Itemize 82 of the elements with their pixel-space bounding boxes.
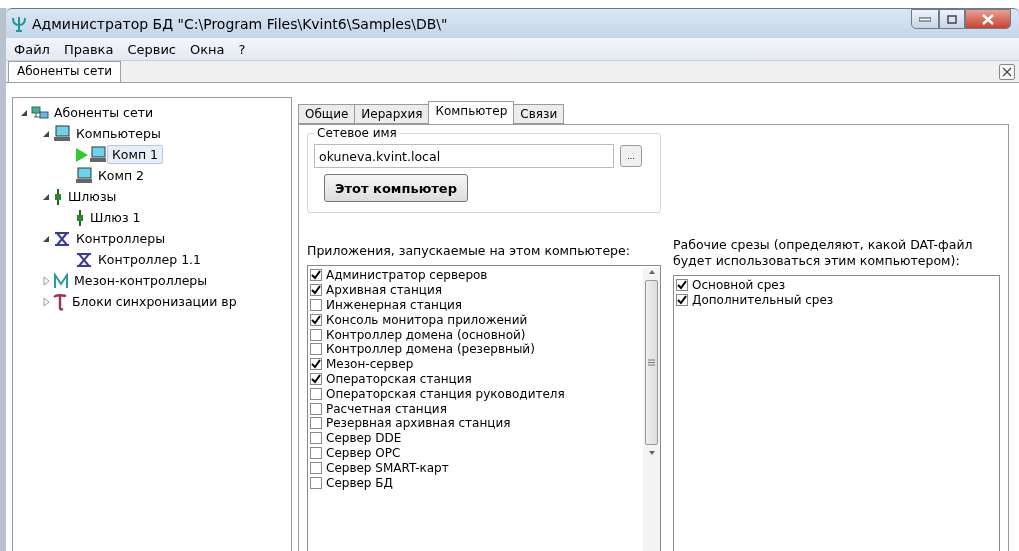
list-item[interactable]: Дополнительный срез xyxy=(676,292,999,308)
close-icon xyxy=(982,13,994,25)
network-icon xyxy=(31,104,49,121)
hourglass-icon xyxy=(53,230,71,247)
checkbox[interactable] xyxy=(310,372,322,385)
computer-icon xyxy=(53,125,71,142)
checkbox[interactable] xyxy=(310,446,322,459)
checkbox[interactable] xyxy=(310,343,322,356)
list-item[interactable]: Сервер DDE xyxy=(310,430,643,446)
psi-logo-icon xyxy=(12,15,26,32)
checkbox[interactable] xyxy=(310,402,322,415)
checkbox[interactable] xyxy=(676,279,688,292)
minimize-icon xyxy=(919,16,931,22)
checkbox[interactable] xyxy=(310,387,322,400)
menu-item[interactable]: Окна xyxy=(190,41,225,57)
menu-item[interactable]: Правка xyxy=(63,41,114,57)
tree-item[interactable]: Комп 1 xyxy=(107,145,164,164)
checkbox[interactable] xyxy=(310,284,322,297)
tab[interactable]: Связи xyxy=(513,104,565,124)
window-title: Администратор БД "C:\Program Files\Kvint6\Samples\DB\" xyxy=(32,15,448,32)
checkbox[interactable] xyxy=(310,417,322,430)
checkbox[interactable] xyxy=(310,299,322,311)
list-item[interactable]: Резервная архивная станция xyxy=(310,415,643,431)
tree-item[interactable]: Комп 2 xyxy=(93,166,150,185)
tree-item[interactable]: Контроллер 1.1 xyxy=(93,250,206,269)
list-item[interactable]: Операторская станция xyxy=(310,371,643,387)
list-item[interactable]: Операторская станция руководителя xyxy=(310,386,643,402)
this-computer-button[interactable]: Этот компьютер xyxy=(324,174,468,202)
scrollbar[interactable] xyxy=(643,268,660,551)
group-legend: Сетевое имя xyxy=(314,126,400,140)
list-item[interactable]: Расчетная станция xyxy=(310,401,643,416)
close-icon[interactable] xyxy=(999,63,1015,80)
checkbox[interactable] xyxy=(310,269,322,282)
tree-item[interactable]: Контроллеры xyxy=(71,229,171,248)
computer-icon xyxy=(75,167,93,184)
menu-item[interactable]: ? xyxy=(238,41,246,57)
list-item[interactable]: Контроллер домена (основной) xyxy=(310,327,643,342)
checkbox[interactable] xyxy=(310,358,322,371)
list-item[interactable]: Сервер БД xyxy=(310,475,643,490)
m-letter-icon xyxy=(53,272,69,289)
list-item[interactable]: Сервер SMART-карт xyxy=(310,460,643,476)
close-button[interactable] xyxy=(965,9,1011,29)
tree-item[interactable]: Мезон-контроллеры xyxy=(69,271,213,290)
maximize-button[interactable] xyxy=(939,9,965,29)
grip-icon xyxy=(648,359,655,366)
gateway-icon xyxy=(53,188,63,205)
scroll-down-icon[interactable] xyxy=(647,449,656,457)
list-item[interactable]: Контроллер домена (резервный) xyxy=(310,342,643,357)
checkbox[interactable] xyxy=(310,328,322,341)
tree-item[interactable]: Абоненты сети xyxy=(49,103,159,122)
tree-item[interactable]: Шлюз 1 xyxy=(85,208,146,227)
browse-button[interactable]: ... xyxy=(620,145,642,167)
list-item[interactable]: Сервер OPC xyxy=(310,445,643,461)
list-item[interactable]: Консоль монитора приложений xyxy=(310,312,643,328)
network-name-field[interactable]: okuneva.kvint.local xyxy=(314,144,614,168)
list-item[interactable]: Администратор серверов xyxy=(310,268,643,283)
list-item[interactable]: Основной срез xyxy=(676,278,999,293)
gateway-icon xyxy=(75,209,85,226)
minimize-button[interactable] xyxy=(911,9,939,29)
checkbox[interactable] xyxy=(676,294,688,307)
scroll-up-icon[interactable] xyxy=(647,268,656,276)
document-tab[interactable]: Абоненты сети xyxy=(8,61,122,82)
menu-item[interactable]: Файл xyxy=(14,41,50,57)
tree-item[interactable]: Блоки синхронизации вр xyxy=(67,292,242,311)
list-item[interactable]: Архивная станция xyxy=(310,282,643,298)
tab[interactable]: Иерархия xyxy=(354,104,430,124)
computer-icon xyxy=(89,146,107,163)
maximize-icon xyxy=(947,14,957,24)
checkbox[interactable] xyxy=(310,461,322,474)
menu-item[interactable]: Сервис xyxy=(127,41,176,57)
checkbox[interactable] xyxy=(310,313,322,326)
tree-item[interactable]: Компьютеры xyxy=(71,124,166,143)
checkbox[interactable] xyxy=(310,432,322,445)
list-item[interactable]: Инженерная станция xyxy=(310,297,643,313)
tree-item[interactable]: Шлюзы xyxy=(63,187,122,206)
tau-icon xyxy=(53,292,67,311)
tab[interactable]: Общие xyxy=(298,104,356,124)
list-item[interactable]: Мезон-сервер xyxy=(310,356,643,372)
applications-label: Приложения, запускаемые на этом компьютере: xyxy=(307,243,631,259)
checkbox[interactable] xyxy=(310,476,322,489)
work-slices-label: Рабочие срезы (определяют, какой DAT-файл будет использоваться этим компьютером): xyxy=(673,237,974,269)
hourglass-icon xyxy=(75,251,93,268)
